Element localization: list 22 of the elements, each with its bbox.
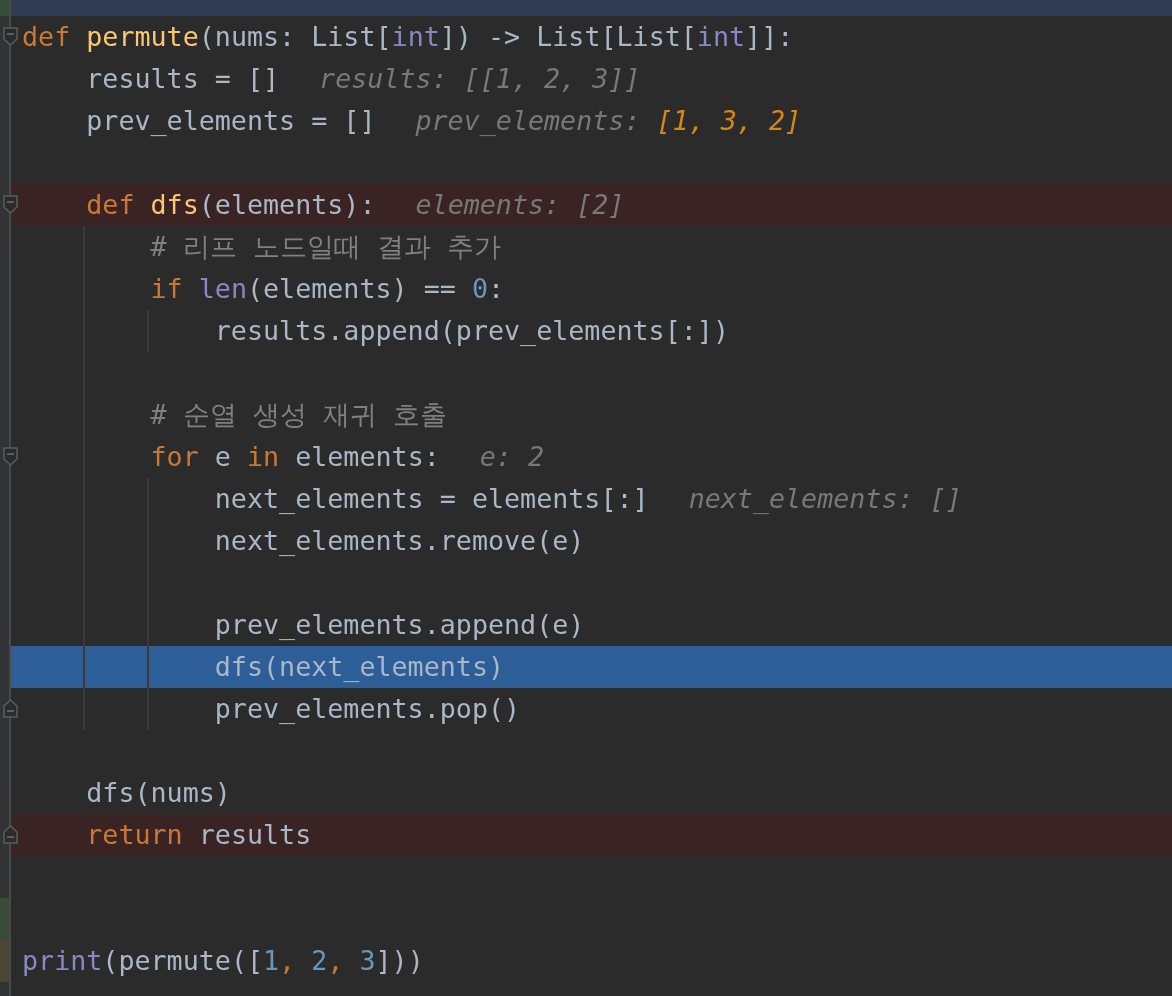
code-line: dfs(next_elements) [213,650,505,684]
inline-value-hint: results: [[1, 2, 3]] [319,62,641,96]
code-line: print(permute([1, 2, 3])) [22,944,424,978]
inline-value-hint: elements: [2] [415,188,625,222]
code-line: prev_elements.append(e) [213,608,585,642]
code-comment: # 리프 노드일때 결과 추가 [149,230,501,264]
inline-value-hint: next_elements: [] [688,482,962,516]
code-line: results.append(prev_elements[:]) [213,314,729,348]
code-line: prev_elements.pop() [213,692,521,726]
code-line: next_elements.remove(e) [213,524,585,558]
code-line: return results [85,818,312,852]
code-line: def permute(nums: List[int]) -> List[List[int]]: [22,20,794,54]
code-line: for e in elements: [149,440,440,474]
code-comment: # 순열 생성 재귀 호출 [149,398,447,432]
code-line: dfs(nums) [85,776,231,810]
inline-value-hint: e: 2 [479,440,545,474]
code-line: prev_elements = [] [85,104,376,138]
code-line: next_elements = elements[:] [213,482,649,516]
code-line: if len(elements) == 0: [149,272,505,306]
code-line: results = [] [85,62,280,96]
inline-value-hint: prev_elements: [1, 3, 2] [415,104,802,138]
code-line: def dfs(elements): [85,188,376,222]
